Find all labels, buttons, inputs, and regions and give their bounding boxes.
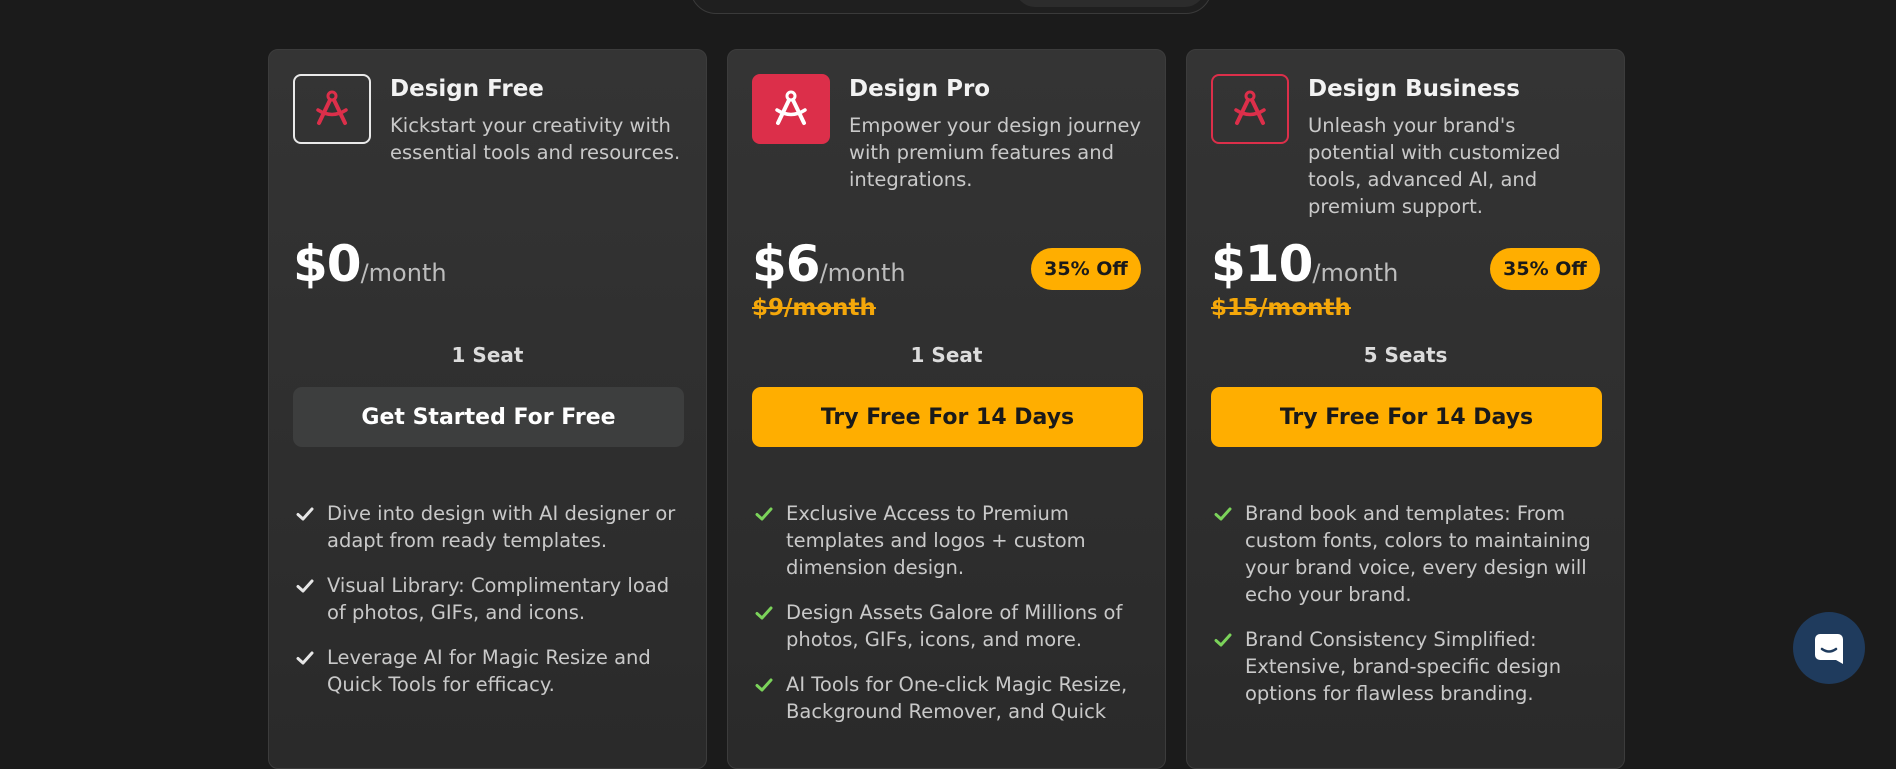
plan-seats: 1 Seat bbox=[910, 343, 983, 367]
feature-text: Brand book and templates: From custom fo… bbox=[1245, 502, 1591, 606]
try-free-pro-button[interactable]: Try Free For 14 Days bbox=[752, 387, 1143, 447]
price-amount: $6 bbox=[752, 235, 821, 293]
chat-launcher-button[interactable] bbox=[1793, 612, 1865, 684]
check-icon bbox=[755, 678, 773, 692]
discount-badge: 35% Off bbox=[1490, 248, 1600, 290]
compass-logo-icon bbox=[1211, 74, 1289, 144]
try-free-business-button[interactable]: Try Free For 14 Days bbox=[1211, 387, 1602, 447]
get-started-free-button[interactable]: Get Started For Free bbox=[293, 387, 684, 447]
plan-card-pro: Design Pro Empower your design journey w… bbox=[727, 49, 1166, 769]
plan-card-free: Design Free Kickstart your creativity wi… bbox=[268, 49, 707, 769]
plan-name: Design Business bbox=[1308, 76, 1520, 102]
discount-badge: 35% Off bbox=[1031, 248, 1141, 290]
plan-card-business: Design Business Unleash your brand's pot… bbox=[1186, 49, 1625, 769]
chat-icon bbox=[1815, 634, 1843, 664]
plan-name: Design Free bbox=[390, 76, 544, 102]
compass-logo-icon bbox=[293, 74, 371, 144]
feature-item: Dive into design with AI designer or ada… bbox=[293, 500, 688, 554]
plan-price: $6/month bbox=[752, 235, 906, 293]
billing-toggle[interactable] bbox=[690, 0, 1212, 14]
check-icon bbox=[1214, 633, 1232, 647]
price-period: /month bbox=[1312, 259, 1399, 287]
feature-text: Exclusive Access to Premium templates an… bbox=[786, 502, 1086, 579]
price-period: /month bbox=[819, 259, 906, 287]
check-icon bbox=[1214, 507, 1232, 521]
plan-description: Unleash your brand's potential with cust… bbox=[1308, 114, 1561, 218]
feature-item: AI Tools for One-click Magic Resize, Bac… bbox=[752, 671, 1147, 725]
check-icon bbox=[296, 579, 314, 593]
check-icon bbox=[296, 651, 314, 665]
price-period: /month bbox=[360, 259, 447, 287]
original-price: $9/month bbox=[752, 295, 876, 321]
feature-item: Leverage AI for Magic Resize and Quick T… bbox=[293, 644, 688, 698]
feature-text: Leverage AI for Magic Resize and Quick T… bbox=[327, 646, 651, 696]
price-amount: $0 bbox=[293, 235, 362, 293]
original-price: $15/month bbox=[1211, 295, 1351, 321]
check-icon bbox=[296, 507, 314, 521]
plan-seats: 5 Seats bbox=[1363, 343, 1448, 367]
feature-item: Design Assets Galore of Millions of phot… bbox=[752, 599, 1147, 653]
feature-text: AI Tools for One-click Magic Resize, Bac… bbox=[786, 673, 1128, 723]
feature-item: Brand Consistency Simplified: Extensive,… bbox=[1211, 626, 1606, 707]
feature-item: Exclusive Access to Premium templates an… bbox=[752, 500, 1147, 581]
plan-price: $0/month bbox=[293, 235, 447, 293]
plan-description: Kickstart your creativity with essential… bbox=[390, 114, 681, 164]
feature-item: Brand book and templates: From custom fo… bbox=[1211, 500, 1606, 608]
feature-list: Dive into design with AI designer or ada… bbox=[293, 500, 688, 716]
feature-text: Dive into design with AI designer or ada… bbox=[327, 502, 676, 552]
billing-toggle-active-option[interactable] bbox=[1015, 0, 1205, 7]
feature-text: Design Assets Galore of Millions of phot… bbox=[786, 601, 1123, 651]
price-amount: $10 bbox=[1211, 235, 1313, 293]
plan-price: $10/month bbox=[1211, 235, 1398, 293]
compass-logo-icon bbox=[752, 74, 830, 144]
feature-text: Brand Consistency Simplified: Extensive,… bbox=[1245, 628, 1562, 705]
plan-seats: 1 Seat bbox=[451, 343, 524, 367]
feature-text: Visual Library: Complimentary load of ph… bbox=[327, 574, 670, 624]
check-icon bbox=[755, 507, 773, 521]
check-icon bbox=[755, 606, 773, 620]
feature-list: Brand book and templates: From custom fo… bbox=[1211, 500, 1606, 725]
plan-name: Design Pro bbox=[849, 76, 991, 102]
plan-description: Empower your design journey with premium… bbox=[849, 114, 1141, 191]
feature-list: Exclusive Access to Premium templates an… bbox=[752, 500, 1147, 743]
feature-item: Visual Library: Complimentary load of ph… bbox=[293, 572, 688, 626]
